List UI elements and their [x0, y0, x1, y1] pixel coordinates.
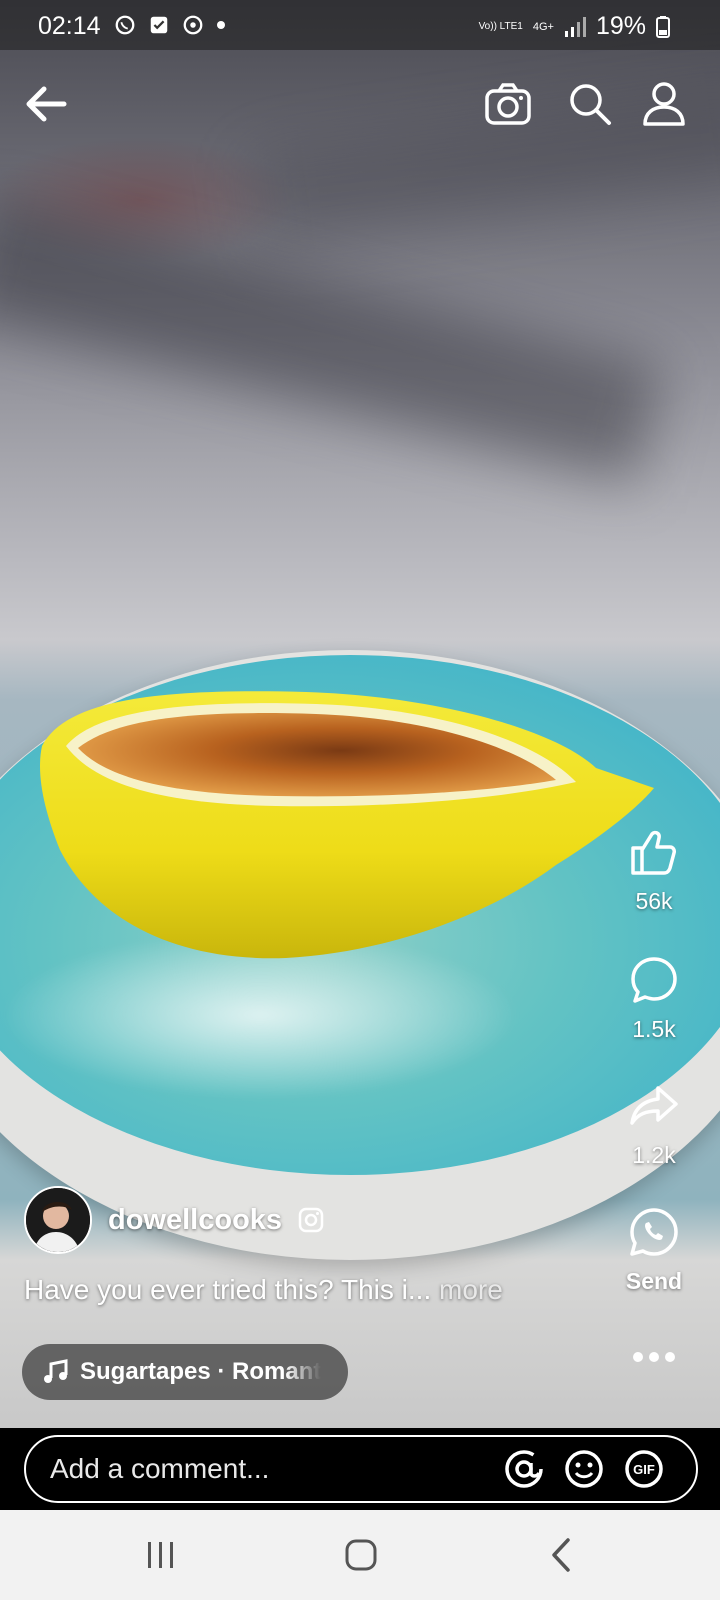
back-arrow-icon — [26, 86, 67, 122]
thumbs-up-icon — [631, 830, 676, 875]
music-note-icon — [44, 1359, 68, 1383]
profile-icon — [643, 82, 685, 126]
instagram-icon — [298, 1207, 324, 1233]
carrier-label: Vo)) LTE1 — [478, 21, 523, 32]
like-button[interactable]: 56k — [606, 826, 702, 915]
notification-icons — [114, 14, 226, 36]
comment-count: 1.5k — [632, 1016, 676, 1042]
comment-input[interactable]: Add a comment... GIF — [24, 1435, 698, 1503]
share-arrow-icon — [630, 1086, 678, 1125]
camera-icon — [485, 83, 531, 125]
search-icon — [570, 84, 611, 125]
recent-apps-icon[interactable] — [138, 1532, 184, 1578]
caption-text: Have you ever tried this? This i... — [24, 1274, 432, 1305]
author-row: dowellcooks — [24, 1186, 324, 1254]
status-right: Vo)) LTE1 4G+ 19% — [479, 12, 670, 41]
more-options-button[interactable] — [606, 1350, 702, 1368]
mention-icon[interactable] — [502, 1447, 546, 1491]
top-navigation — [0, 60, 720, 140]
send-whatsapp-button[interactable]: Send — [606, 1206, 702, 1295]
search-button[interactable] — [560, 74, 620, 134]
back-button[interactable] — [16, 74, 76, 134]
comment-icon — [631, 957, 677, 1003]
background-shadow — [0, 197, 665, 483]
status-bar: 02:14 Vo)) LTE1 4G+ 19% — [0, 0, 720, 50]
music-title: Sugartapes · Romant — [80, 1358, 322, 1385]
checklist-notification-icon — [150, 16, 168, 34]
like-count: 56k — [635, 888, 673, 914]
network-label: 4G+ — [532, 20, 554, 33]
battery-percent: 19% — [595, 12, 646, 40]
system-back-icon[interactable] — [540, 1532, 586, 1578]
author-name[interactable]: dowellcooks — [108, 1204, 282, 1237]
avatar-image — [26, 1188, 90, 1252]
system-navigation-bar — [0, 1510, 720, 1600]
battery-icon — [656, 15, 670, 38]
more-dots-icon — [633, 1352, 675, 1362]
camera-button[interactable] — [478, 74, 538, 134]
avatar[interactable] — [24, 1186, 92, 1254]
music-pill[interactable]: Sugartapes · Romant — [22, 1344, 348, 1400]
dot-icon — [217, 21, 225, 29]
signal-icon — [564, 16, 586, 37]
lemon-creme-brulee — [40, 691, 654, 959]
caption[interactable]: Have you ever tried this? This i... more — [24, 1274, 503, 1306]
sync-notification-icon — [183, 15, 203, 35]
status-time: 02:14 — [38, 12, 101, 40]
share-count: 1.2k — [632, 1142, 676, 1168]
comment-button[interactable]: 1.5k — [606, 954, 702, 1043]
whatsapp-icon — [630, 1208, 678, 1256]
comment-placeholder: Add a comment... — [50, 1453, 270, 1484]
whatsapp-notification-icon — [115, 15, 135, 35]
send-label: Send — [625, 1268, 683, 1294]
emoji-icon[interactable] — [562, 1447, 606, 1491]
share-button[interactable]: 1.2k — [606, 1080, 702, 1169]
svg-text:GIF: GIF — [633, 1462, 655, 1477]
profile-button[interactable] — [634, 74, 694, 134]
comment-bar: Add a comment... GIF — [0, 1428, 720, 1510]
gif-icon[interactable]: GIF — [622, 1447, 666, 1491]
caption-more-link[interactable]: more — [439, 1274, 503, 1305]
home-icon[interactable] — [338, 1532, 384, 1578]
